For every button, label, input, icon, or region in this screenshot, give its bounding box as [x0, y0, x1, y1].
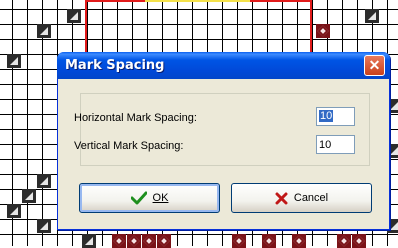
grid-tile [37, 219, 51, 233]
vertical-spacing-input[interactable] [316, 135, 355, 154]
horizontal-spacing-label: Horizontal Mark Spacing: [74, 112, 197, 124]
dialog-titlebar[interactable]: Mark Spacing ✕ [57, 52, 390, 79]
mark-spacing-dialog: Mark Spacing ✕ Horizontal Mark Spacing: … [57, 52, 390, 230]
grid-tile [365, 9, 379, 23]
region-border-line [85, 0, 87, 52]
grid-tile [67, 9, 81, 23]
grid-tile [7, 54, 21, 68]
close-button[interactable]: ✕ [364, 55, 385, 76]
x-icon [275, 192, 288, 204]
cancel-button-label: Cancel [293, 192, 329, 204]
spacing-group-box [80, 93, 370, 166]
ok-button-label: OK [152, 192, 169, 204]
region-border-line [85, 0, 145, 2]
grid-tile [7, 204, 21, 218]
vertical-spacing-label: Vertical Mark Spacing: [74, 140, 184, 152]
region-border-line [250, 0, 312, 2]
grid-tile [22, 189, 36, 203]
check-icon [130, 191, 147, 205]
dialog-title: Mark Spacing [65, 58, 165, 73]
grid-tile [37, 24, 51, 38]
cancel-button[interactable]: Cancel [231, 183, 372, 213]
region-border-line [310, 0, 312, 52]
ok-button[interactable]: OK [79, 183, 220, 213]
close-icon: ✕ [368, 57, 381, 73]
grid-tile-marked [316, 24, 330, 38]
grid-tile [37, 174, 51, 188]
horizontal-spacing-selection: 10 [319, 110, 334, 122]
